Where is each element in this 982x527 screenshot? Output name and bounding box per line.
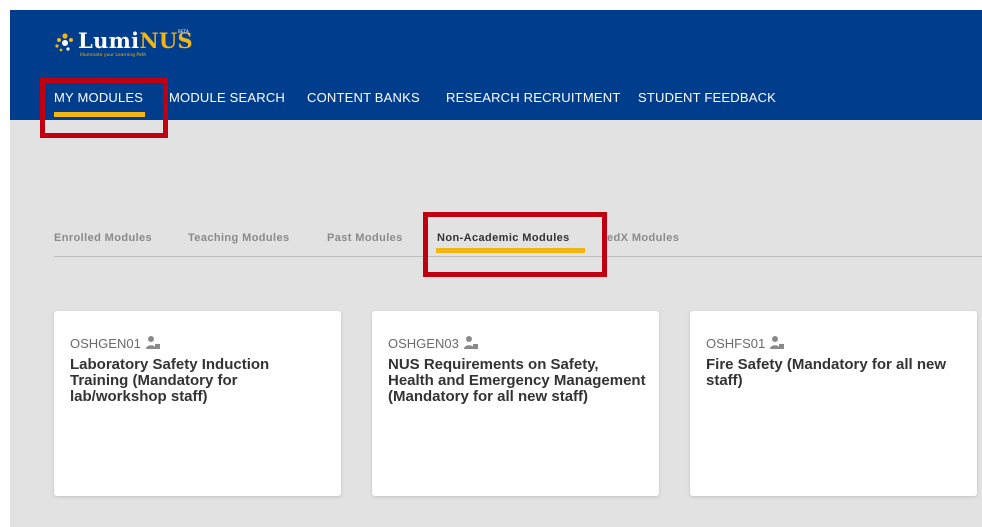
logo-wordmark: LumiNUS — [78, 28, 194, 53]
tab-teaching-modules[interactable]: Teaching Modules — [188, 232, 290, 244]
module-code: OSHGEN03 — [388, 335, 479, 351]
tab-enrolled-modules[interactable]: Enrolled Modules — [54, 232, 152, 244]
tab-non-academic-modules[interactable]: Non-Academic Modules — [437, 232, 570, 244]
tabs-divider — [54, 256, 982, 257]
module-code: OSHGEN01 — [70, 335, 161, 351]
logo-tagline: Illuminate your Learning Path — [80, 53, 147, 58]
student-role-icon — [770, 336, 785, 349]
active-tab-indicator — [436, 248, 585, 253]
top-navigation-bar: LumiNUS BETA Illuminate your Learning Pa… — [10, 10, 982, 120]
module-title: Laboratory Safety Induction Training (Ma… — [70, 357, 270, 405]
tab-edx-modules[interactable]: edX Modules — [607, 232, 679, 244]
luminus-logo[interactable]: LumiNUS BETA Illuminate your Learning Pa… — [54, 28, 214, 62]
main-nav: MY MODULES MODULE SEARCH CONTENT BANKS R… — [10, 90, 982, 120]
student-role-icon — [463, 336, 478, 349]
tab-past-modules[interactable]: Past Modules — [327, 232, 403, 244]
module-title: Fire Safety (Mandatory for all new staff… — [706, 357, 947, 389]
app-frame: LumiNUS BETA Illuminate your Learning Pa… — [10, 10, 982, 527]
module-code: OSHFS01 — [706, 335, 785, 351]
module-card[interactable]: OSHGEN01 Laboratory Safety Induction Tra… — [54, 311, 341, 496]
module-card[interactable]: OSHGEN03 NUS Requirements on Safety, Hea… — [372, 311, 659, 496]
module-card[interactable]: OSHFS01 Fire Safety (Mandatory for all n… — [690, 311, 977, 496]
logo-beta-badge: BETA — [178, 29, 189, 34]
nav-item-content-banks[interactable]: CONTENT BANKS — [307, 90, 420, 105]
nav-item-research-recruitment[interactable]: RESEARCH RECRUITMENT — [446, 90, 620, 105]
student-role-icon — [145, 336, 160, 349]
logo-dots-icon — [55, 33, 73, 52]
module-title: NUS Requirements on Safety, Health and E… — [388, 357, 646, 405]
nav-item-module-search[interactable]: MODULE SEARCH — [169, 90, 285, 105]
nav-item-student-feedback[interactable]: STUDENT FEEDBACK — [638, 90, 776, 105]
active-nav-indicator — [54, 112, 145, 117]
nav-item-my-modules[interactable]: MY MODULES — [54, 90, 143, 105]
